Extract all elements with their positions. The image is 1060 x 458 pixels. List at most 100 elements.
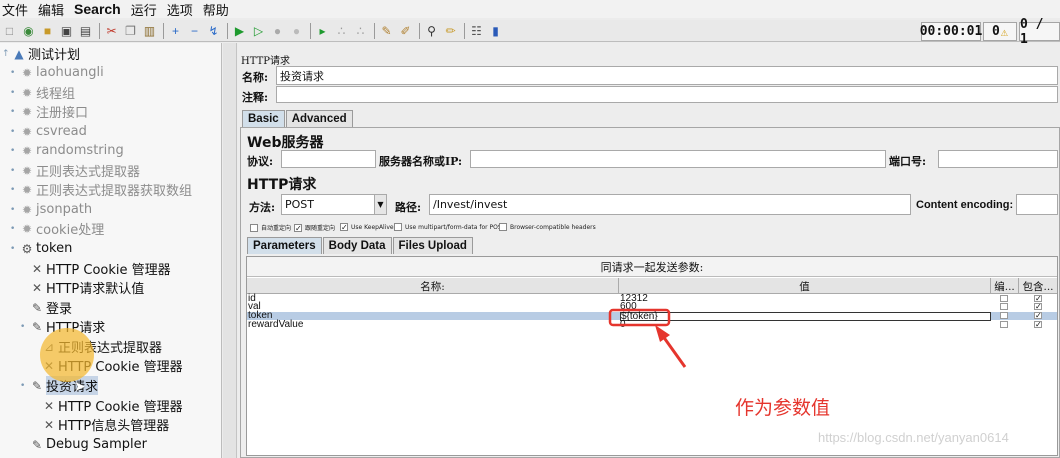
browser-headers-checkbox[interactable]: Browser-compatible headers (499, 223, 596, 231)
open-icon[interactable]: ■ (39, 22, 56, 39)
tree-item-register[interactable]: • ✹ 注册接口 (10, 102, 88, 122)
multipart-checkbox[interactable]: Use multipart/form-data for POST (394, 223, 505, 231)
tree-item-cookie-manager[interactable]: ✕ HTTP Cookie 管理器 (30, 259, 171, 279)
tab-body-data[interactable]: Body Data (322, 237, 392, 254)
menu-options[interactable]: 选项 (165, 0, 193, 19)
tab-files-upload[interactable]: Files Upload (392, 237, 473, 254)
tree-item-randomstring[interactable]: • ✹ randomstring (10, 141, 124, 160)
column-header-value[interactable]: 值 (619, 278, 991, 294)
redirect-auto-checkbox[interactable]: 自动重定向 (250, 223, 291, 232)
name-input[interactable]: 投资请求 (276, 66, 1058, 85)
tree-item-cookie[interactable]: • ✹ cookie处理 (10, 219, 104, 239)
server-input[interactable] (470, 150, 886, 168)
table-row[interactable]: val 600 ✓ (247, 302, 1057, 312)
encode-checkbox[interactable] (1000, 295, 1008, 302)
include-checkbox[interactable]: ✓ (1034, 295, 1042, 303)
path-input[interactable]: /Invest/invest (429, 194, 911, 215)
mouse-cursor-icon: ➤ (74, 378, 86, 394)
column-header-encode[interactable]: 编... (991, 278, 1019, 294)
encode-checkbox[interactable] (1000, 321, 1008, 328)
encoding-input[interactable] (1016, 194, 1058, 215)
param-name[interactable]: rewardValue (248, 320, 303, 330)
remote-shutdown-icon[interactable]: ∴ (352, 22, 369, 39)
remote-start-icon[interactable]: ▸ (314, 22, 331, 39)
save-icon[interactable]: ▣ (58, 22, 75, 39)
dropdown-arrow-icon[interactable]: ▼ (374, 195, 386, 214)
method-select[interactable]: POST ▼ (281, 194, 387, 215)
start-no-pause-icon[interactable]: ▷ (250, 22, 267, 39)
watermark: https://blog.csdn.net/yanyan0614 (818, 430, 1009, 445)
paste-icon[interactable]: ▥ (141, 22, 158, 39)
cut-icon[interactable]: ✂ (103, 22, 120, 39)
tree-item-header-manager[interactable]: ✕ HTTP信息头管理器 (42, 415, 169, 435)
follow-redirects-checkbox[interactable]: ✓ 跟随重定向 (294, 223, 335, 232)
tab-parameters[interactable]: Parameters (247, 237, 322, 254)
copy-icon[interactable]: ❐ (122, 22, 139, 39)
encode-checkbox[interactable] (1000, 303, 1008, 310)
clear-icon[interactable]: ✎ (378, 22, 395, 39)
tree-item-thread-group[interactable]: • ✹ 线程组 (10, 83, 75, 103)
table-row[interactable]: token ${token} ✓ (247, 311, 1057, 322)
gear-icon: ✹ (21, 182, 33, 197)
comment-input[interactable] (276, 86, 1058, 103)
table-row[interactable]: rewardValue 0 ✓ (247, 320, 1057, 330)
remote-stop-icon[interactable]: ∴ (333, 22, 350, 39)
column-header-name[interactable]: 名称: (247, 278, 619, 294)
clear-all-icon[interactable]: ✐ (397, 22, 414, 39)
tree-item-jsonpath[interactable]: • ✹ jsonpath (10, 200, 92, 219)
tree-item-cookie-manager-3[interactable]: ✕ HTTP Cookie 管理器 (42, 396, 183, 416)
help-icon[interactable]: ▮ (487, 22, 504, 39)
stop-icon[interactable]: ● (269, 22, 286, 39)
shutdown-icon[interactable]: ● (288, 22, 305, 39)
encode-checkbox[interactable] (1000, 312, 1008, 319)
tree-item-debug-sampler[interactable]: ✎ Debug Sampler (30, 435, 147, 454)
param-value[interactable]: 600 (620, 302, 637, 312)
include-checkbox[interactable]: ✓ (1034, 321, 1042, 329)
search-icon[interactable]: ⚲ (423, 22, 440, 39)
menu-edit[interactable]: 编辑 (36, 0, 64, 19)
collapse-toggle-icon[interactable]: ↑ (2, 49, 12, 59)
tab-basic[interactable]: Basic (242, 110, 285, 127)
toolbar: □ ◉ ■ ▣ ▤ ✂ ❐ ▥ + − ↯ ▶ ▷ ● ● ▸ ∴ ∴ ✎ ✐ … (0, 20, 1060, 42)
expand-icon[interactable]: + (167, 22, 184, 39)
column-header-include[interactable]: 包含... (1019, 278, 1057, 294)
param-value[interactable]: ${token} (620, 312, 991, 322)
collapse-icon[interactable]: − (186, 22, 203, 39)
server-label: 服务器名称或IP: (379, 155, 463, 168)
menu-file[interactable]: 文件 (0, 0, 28, 19)
pane-splitter[interactable] (223, 43, 237, 458)
save-as-icon[interactable]: ▤ (77, 22, 94, 39)
function-helper-icon[interactable]: ☷ (468, 22, 485, 39)
new-icon[interactable]: □ (1, 22, 18, 39)
tree-item-regex-array[interactable]: • ✹ 正则表达式提取器获取数组 (10, 180, 192, 200)
sampler-icon: ✎ (31, 300, 43, 315)
tree-item-token[interactable]: • ⚙ token (10, 239, 72, 258)
warning-count: 0 ⚠ (983, 22, 1017, 41)
protocol-input[interactable] (281, 150, 376, 168)
tree-item-laohuangli[interactable]: • ✹ laohuangli (10, 63, 104, 82)
menu-run[interactable]: 运行 (129, 0, 157, 19)
include-checkbox[interactable]: ✓ (1034, 312, 1042, 320)
path-label: 路径: (395, 201, 422, 214)
gear-icon: ✹ (21, 202, 33, 217)
table-row[interactable]: id 12312 ✓ (247, 294, 1057, 304)
tab-advanced[interactable]: Advanced (285, 110, 353, 127)
start-icon[interactable]: ▶ (231, 22, 248, 39)
reset-search-icon[interactable]: ✏ (442, 22, 459, 39)
param-value[interactable]: 0 (620, 320, 626, 330)
tree-root[interactable]: ↑ ▲ 测试计划 (2, 44, 80, 64)
config-icon: ✕ (31, 280, 43, 295)
menu-help[interactable]: 帮助 (201, 0, 229, 19)
menu-search[interactable]: Search (72, 1, 121, 17)
gear-icon: ✹ (21, 65, 33, 80)
web-server-title: Web服务器 (247, 135, 324, 151)
keepalive-checkbox[interactable]: ✓ Use KeepAlive (340, 223, 394, 232)
tree-item-login[interactable]: ✎ 登录 (30, 298, 72, 318)
templates-icon[interactable]: ◉ (20, 22, 37, 39)
toggle-icon[interactable]: ↯ (205, 22, 222, 39)
tree-item-csvread[interactable]: • ✹ csvread (10, 122, 87, 141)
include-checkbox[interactable]: ✓ (1034, 303, 1042, 311)
port-input[interactable] (938, 150, 1058, 168)
tree-item-regex[interactable]: • ✹ 正则表达式提取器 (10, 161, 140, 181)
tree-item-http-defaults[interactable]: ✕ HTTP请求默认值 (30, 278, 144, 298)
